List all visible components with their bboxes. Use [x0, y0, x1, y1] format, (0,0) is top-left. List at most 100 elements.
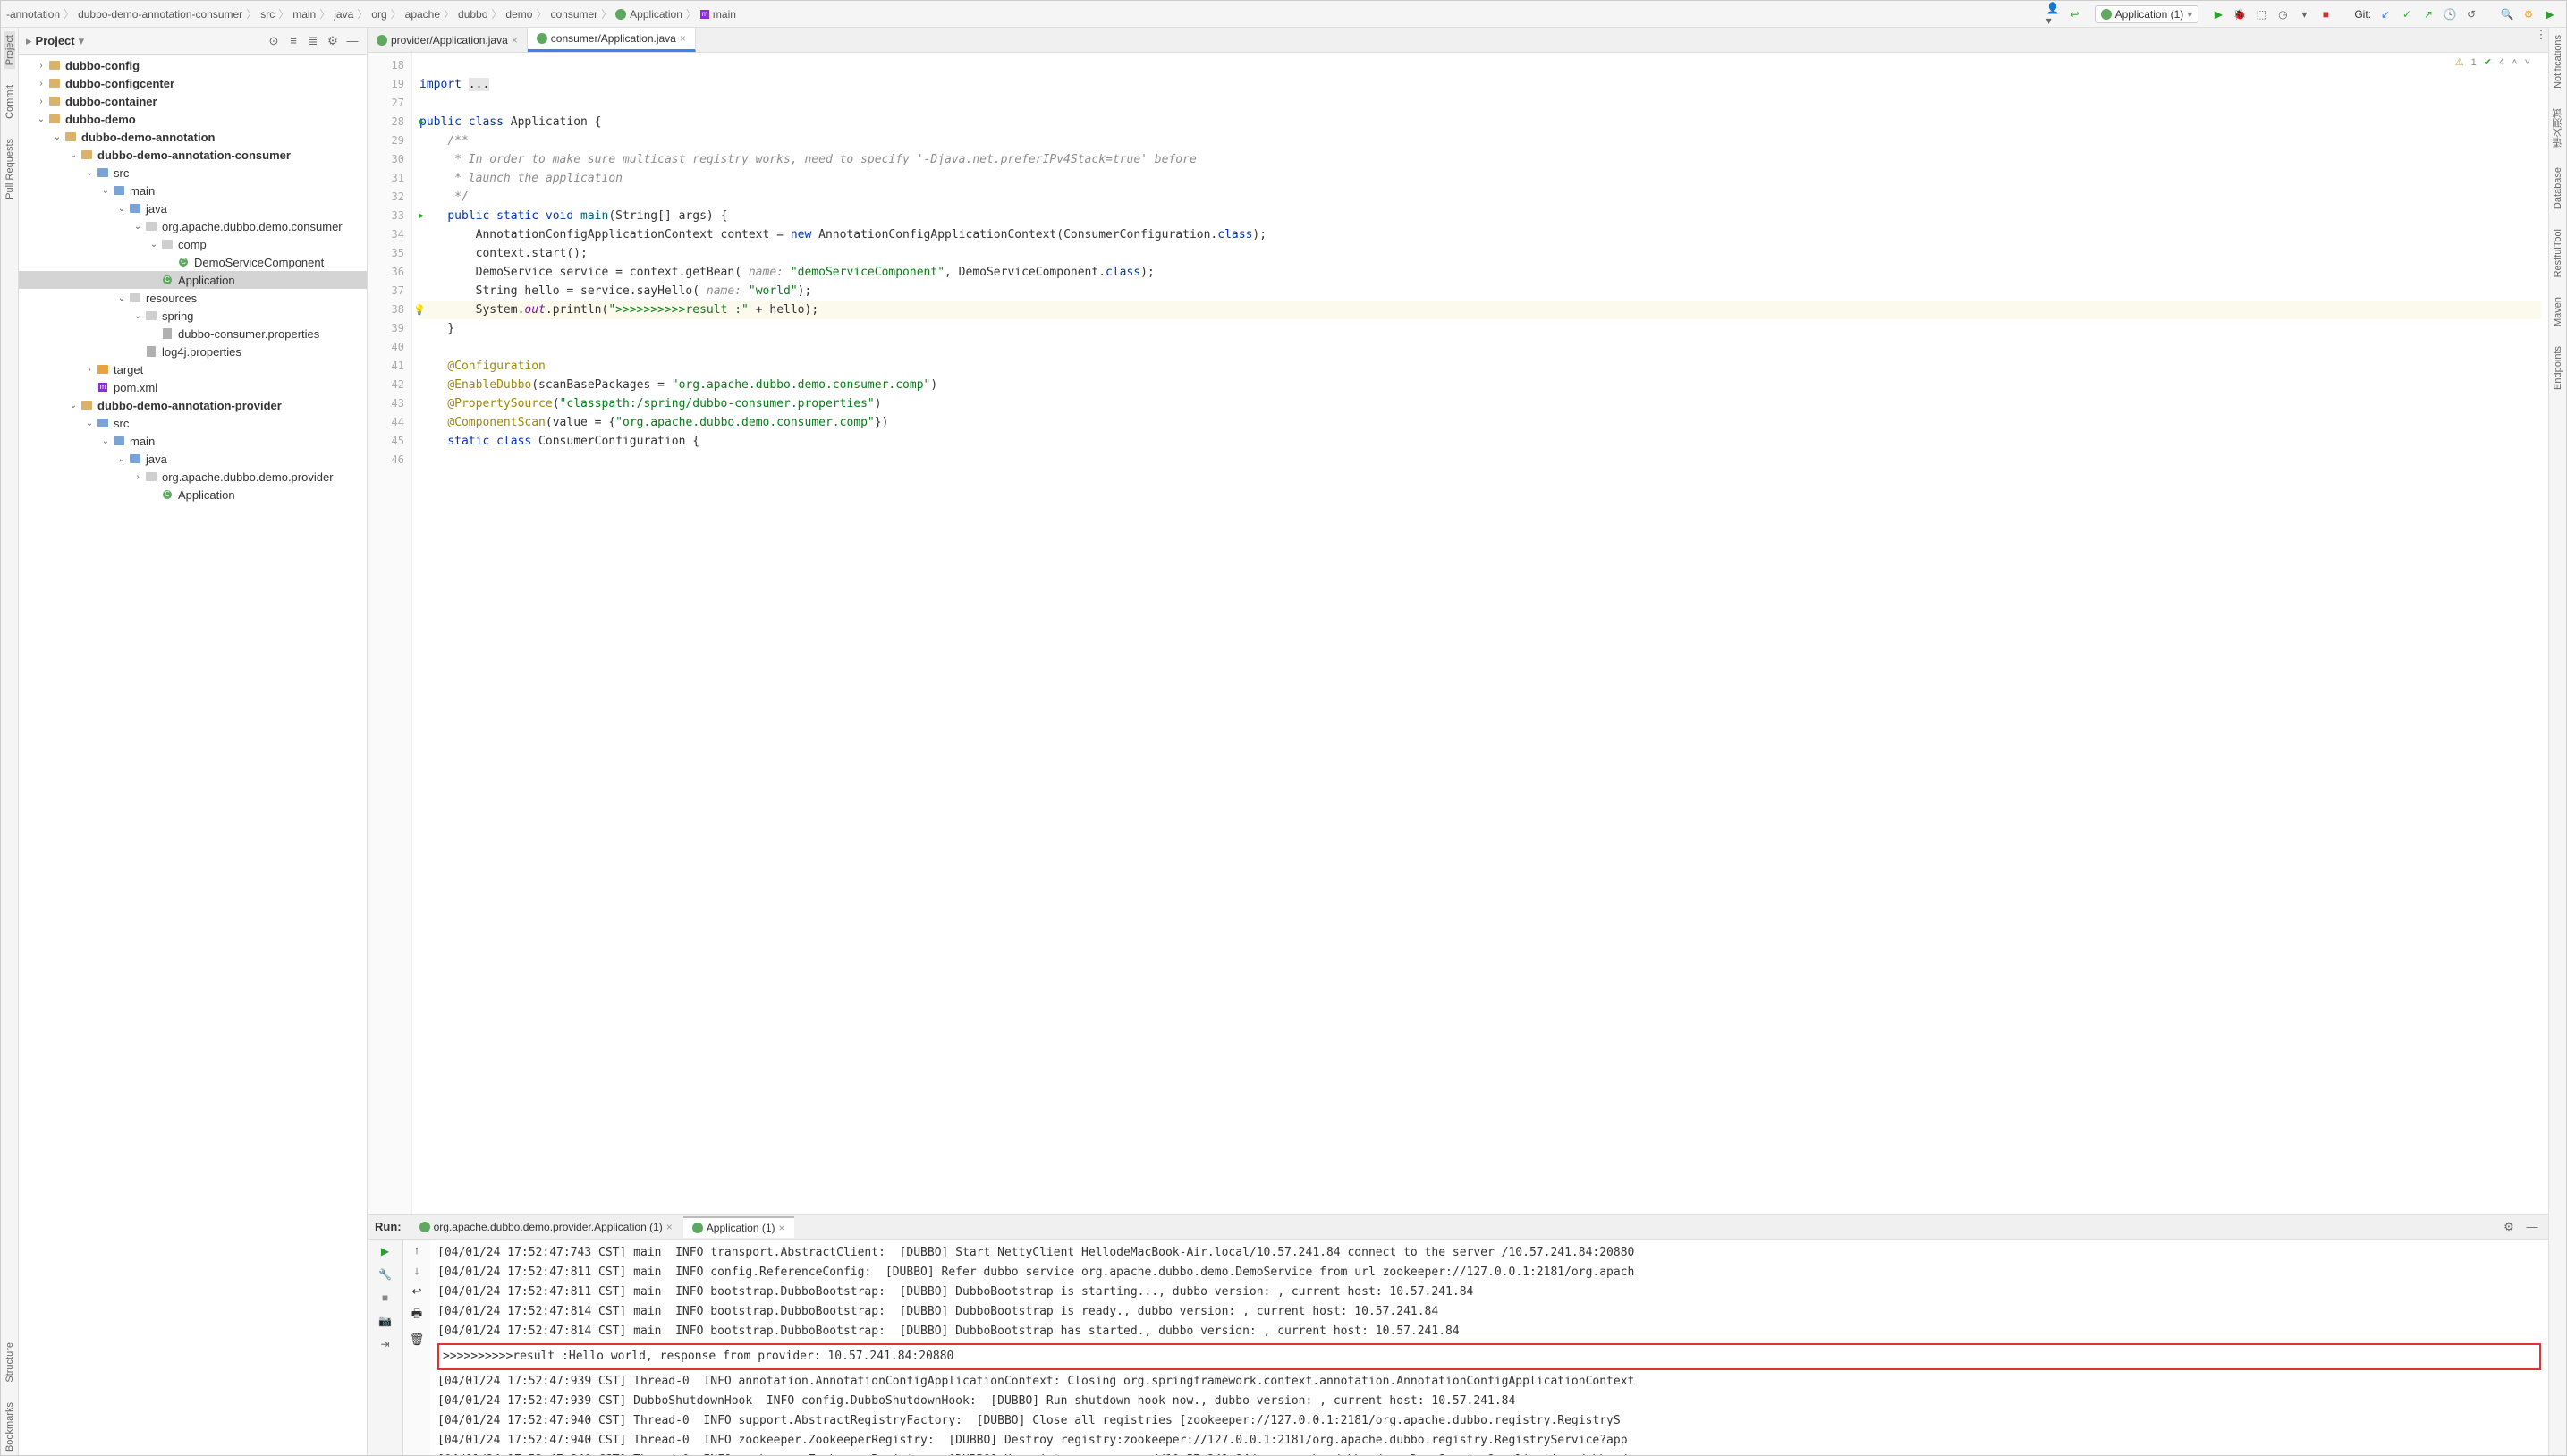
run-tab-application[interactable]: Application (1) × — [683, 1216, 794, 1238]
tree-item[interactable]: log4j.properties — [19, 343, 367, 360]
structure-tool-button[interactable]: Structure — [4, 1339, 15, 1386]
git-revert-icon[interactable]: ↺ — [2464, 7, 2478, 21]
maven-tool-button[interactable]: Maven — [2553, 293, 2563, 330]
scroll-down-button[interactable]: ↓ — [414, 1264, 420, 1277]
hide-icon[interactable]: — — [345, 34, 360, 48]
code-line[interactable] — [419, 451, 2541, 470]
git-push-icon[interactable]: ↗ — [2421, 7, 2436, 21]
breadcrumb-segment[interactable]: apache — [403, 8, 442, 21]
breadcrumb-segment[interactable]: dubbo-demo-annotation-consumer — [76, 8, 244, 21]
code-line[interactable]: DemoService service = context.getBean( n… — [419, 263, 2541, 282]
notifications-tool-button[interactable]: Notifications — [2553, 31, 2563, 92]
tree-item[interactable]: dubbo-consumer.properties — [19, 325, 367, 343]
breadcrumb-segment[interactable]: -annotation — [4, 8, 62, 21]
tab-provider-application[interactable]: provider/Application.java × — [368, 28, 528, 52]
editor-more-icon[interactable]: ⋮ — [2534, 28, 2548, 42]
tree-item[interactable]: ⌄dubbo-demo-annotation-provider — [19, 396, 367, 414]
soft-wrap-button[interactable]: ↩ — [412, 1284, 422, 1299]
project-tool-button[interactable]: Project — [4, 31, 15, 69]
code-line[interactable]: } — [419, 319, 2541, 338]
debug-icon[interactable]: 🐞 — [2232, 7, 2247, 21]
tree-item[interactable]: mpom.xml — [19, 378, 367, 396]
breadcrumb-segment[interactable]: java — [332, 8, 355, 21]
line-number[interactable]: 44 — [368, 413, 411, 432]
line-number[interactable]: 37 — [368, 282, 411, 301]
tree-item[interactable]: ⌄org.apache.dubbo.demo.consumer — [19, 217, 367, 235]
tree-item[interactable]: ⌄main — [19, 432, 367, 450]
profile-icon[interactable]: ◷ — [2275, 7, 2290, 21]
close-icon[interactable]: × — [666, 1221, 673, 1233]
line-number[interactable]: 29 — [368, 131, 411, 150]
code-line[interactable] — [419, 56, 2541, 75]
tree-item[interactable]: ›dubbo-config — [19, 56, 367, 74]
tree-item[interactable]: ›org.apache.dubbo.demo.provider — [19, 468, 367, 486]
git-commit-icon[interactable]: ✓ — [2400, 7, 2414, 21]
breadcrumb-segment[interactable]: consumer — [548, 8, 599, 21]
tree-item[interactable]: ›dubbo-configcenter — [19, 74, 367, 92]
user-icon[interactable]: 👤▾ — [2046, 7, 2061, 21]
breadcrumb-segment[interactable]: demo — [504, 8, 534, 21]
coverage-icon[interactable]: ⬚ — [2254, 7, 2268, 21]
code-line[interactable]: static class ConsumerConfiguration { — [419, 432, 2541, 451]
close-icon[interactable]: × — [512, 34, 518, 47]
line-number[interactable]: 32 — [368, 188, 411, 207]
expand-icon[interactable]: ≡ — [286, 34, 301, 48]
code-line[interactable]: @Configuration — [419, 357, 2541, 376]
breadcrumb-segment[interactable]: Application — [614, 8, 684, 21]
tree-item[interactable]: ⌄main — [19, 182, 367, 199]
search-icon[interactable]: 🔍 — [2500, 7, 2514, 21]
line-number[interactable]: 31 — [368, 169, 411, 188]
console-settings-icon[interactable]: ⚙ — [2502, 1220, 2516, 1234]
tree-item[interactable]: ⌄java — [19, 199, 367, 217]
run-tab-provider[interactable]: org.apache.dubbo.demo.provider.Applicati… — [411, 1217, 682, 1237]
line-number[interactable]: 40 — [368, 338, 411, 357]
chevron-up-icon[interactable]: ˄ — [2512, 57, 2517, 68]
line-number[interactable]: 39 — [368, 319, 411, 338]
bookmarks-tool-button[interactable]: Bookmarks — [4, 1399, 15, 1455]
database-tool-button[interactable]: Database — [2553, 164, 2563, 213]
print-button[interactable]: 🖶 — [411, 1306, 422, 1325]
editor-problems-status[interactable]: ⚠1 ✔4 ˄ ˅ — [2455, 56, 2530, 68]
line-number[interactable]: 34 — [368, 225, 411, 244]
tree-item[interactable]: CDemoServiceComponent — [19, 253, 367, 271]
rerun-button[interactable]: ▶ — [377, 1243, 394, 1259]
code-line[interactable]: @PropertySource("classpath:/spring/dubbo… — [419, 394, 2541, 413]
code-line[interactable]: * In order to make sure multicast regist… — [419, 150, 2541, 169]
line-number[interactable]: 43 — [368, 394, 411, 413]
breadcrumb-segment[interactable]: org — [369, 8, 388, 21]
breadcrumb-segment[interactable]: m main — [699, 8, 738, 21]
stop-button[interactable]: 🔧 — [377, 1266, 394, 1282]
line-number[interactable]: 35 — [368, 244, 411, 263]
console-hide-icon[interactable]: — — [2525, 1220, 2539, 1234]
code-line[interactable]: */ — [419, 188, 2541, 207]
line-number[interactable]: 36 — [368, 263, 411, 282]
line-number[interactable]: 38 — [368, 301, 411, 319]
line-number[interactable]: 45 — [368, 432, 411, 451]
chevron-down-icon[interactable]: ˅ — [2525, 57, 2530, 68]
line-number[interactable]: 18 — [368, 56, 411, 75]
line-number[interactable]: 42 — [368, 376, 411, 394]
code-line[interactable]: * launch the application — [419, 169, 2541, 188]
tree-item[interactable]: ›target — [19, 360, 367, 378]
console-output[interactable]: [04/01/24 17:52:47:743 CST] main INFO tr… — [430, 1240, 2548, 1455]
run-more-icon[interactable]: ▾ — [2297, 7, 2311, 21]
tree-item[interactable]: ⌄dubbo-demo — [19, 110, 367, 128]
close-icon[interactable]: × — [680, 32, 686, 45]
tree-item[interactable]: CApplication — [19, 486, 367, 504]
code-line[interactable]: String hello = service.sayHello( name: "… — [419, 282, 2541, 301]
line-number[interactable]: 33 — [368, 207, 411, 225]
restful-tool-button[interactable]: RestfulTool — [2553, 225, 2563, 281]
tree-item[interactable]: ›dubbo-container — [19, 92, 367, 110]
code-line[interactable]: @EnableDubbo(scanBasePackages = "org.apa… — [419, 376, 2541, 394]
project-tree[interactable]: ›dubbo-config›dubbo-configcenter›dubbo-c… — [19, 55, 367, 1455]
line-number[interactable]: 30 — [368, 150, 411, 169]
stop-process-button[interactable]: ■ — [377, 1290, 394, 1306]
code-line[interactable] — [419, 94, 2541, 113]
clear-button[interactable]: 🗑 — [410, 1333, 425, 1347]
cn-tool-button[interactable]: 语义测试 — [2551, 105, 2565, 151]
git-history-icon[interactable]: 🕓 — [2443, 7, 2457, 21]
back-icon[interactable]: ↩ — [2068, 7, 2082, 21]
line-number[interactable]: 27 — [368, 94, 411, 113]
line-number[interactable]: 46 — [368, 451, 411, 470]
tree-item[interactable]: ⌄src — [19, 414, 367, 432]
